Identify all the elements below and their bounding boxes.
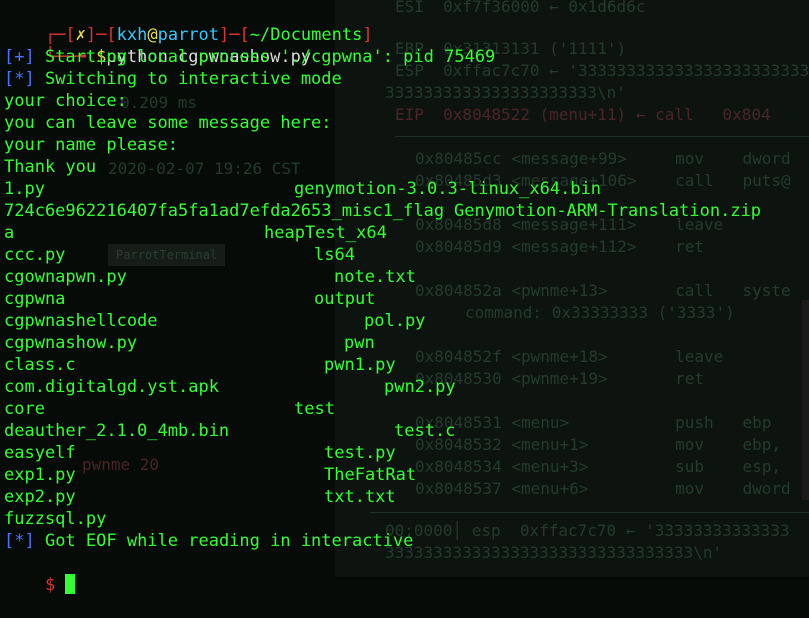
shell-prompt: $ bbox=[44, 575, 66, 595]
file-entry: ls64 bbox=[314, 245, 355, 265]
file-entry: heapTest_x64 bbox=[264, 223, 387, 243]
output-line: you can leave some message here: bbox=[4, 113, 332, 133]
file-entry: easyelf bbox=[4, 443, 76, 463]
output-text: Switching to interactive mode bbox=[34, 69, 342, 89]
output-line: [+] Starting local process './cgpwna': p… bbox=[4, 46, 495, 68]
file-entry: fuzzsql.py bbox=[4, 509, 107, 529]
file-entry: note.txt bbox=[334, 267, 416, 287]
file-entry: cgpwnashow.py bbox=[4, 333, 138, 353]
file-entry: test.py bbox=[324, 443, 396, 463]
status-tag: [*] bbox=[4, 531, 35, 551]
file-entry: 1.py bbox=[4, 179, 45, 199]
file-entry: pwn2.py bbox=[384, 377, 456, 397]
file-entry: pwn1.py bbox=[324, 355, 396, 375]
output-line: Thank you bbox=[4, 157, 97, 177]
output-line: [*] Got EOF while reading in interactive bbox=[4, 530, 413, 552]
status-tag: [+] bbox=[4, 47, 35, 67]
output-line: [*] Switching to interactive mode bbox=[4, 68, 342, 90]
output-line: your choice: bbox=[4, 91, 127, 111]
output-line: your name please: bbox=[4, 135, 178, 155]
file-entry: pwn bbox=[344, 333, 375, 353]
file-entry: com.digitalgd.yst.apk bbox=[4, 377, 219, 397]
file-entry: 724c6e962216407fa5fa1ad7efda2653_misc1_f… bbox=[4, 201, 445, 221]
status-tag: [*] bbox=[4, 69, 35, 89]
file-entry: cgpwna bbox=[4, 289, 66, 309]
file-entry: ccc.py bbox=[4, 245, 66, 265]
file-entry: test.c bbox=[394, 421, 456, 441]
file-entry: Genymotion-ARM-Translation.zip bbox=[454, 201, 762, 221]
file-entry: TheFatRat bbox=[324, 465, 417, 485]
file-entry: exp1.py bbox=[4, 465, 76, 485]
file-entry: exp2.py bbox=[4, 487, 76, 507]
file-entry: a bbox=[4, 223, 15, 243]
file-entry: cgpwnashellcode bbox=[4, 311, 158, 331]
output-text: Got EOF while reading in interactive bbox=[34, 531, 414, 551]
file-entry: output bbox=[314, 289, 376, 309]
file-entry: test bbox=[294, 399, 335, 419]
file-entry: genymotion-3.0.3-linux_x64.bin bbox=[294, 179, 602, 199]
output-text: Starting local process './cgpwna': pid 7… bbox=[34, 47, 496, 67]
file-entry: pol.py bbox=[364, 311, 426, 331]
terminal-window[interactable]: ┌─[✗]─[kxh@parrot]─[~/Documents] └──╼ $p… bbox=[0, 0, 809, 595]
file-entry: class.c bbox=[4, 355, 76, 375]
file-entry: txt.txt bbox=[324, 487, 396, 507]
file-entry: deauther_2.1.0_4mb.bin bbox=[4, 421, 230, 441]
input-prompt-line[interactable]: $ bbox=[4, 552, 76, 618]
file-entry: cgownapwn.py bbox=[4, 267, 127, 287]
file-entry: core bbox=[4, 399, 45, 419]
text-cursor[interactable] bbox=[65, 574, 76, 594]
prompt-bracket: ] bbox=[362, 25, 373, 45]
